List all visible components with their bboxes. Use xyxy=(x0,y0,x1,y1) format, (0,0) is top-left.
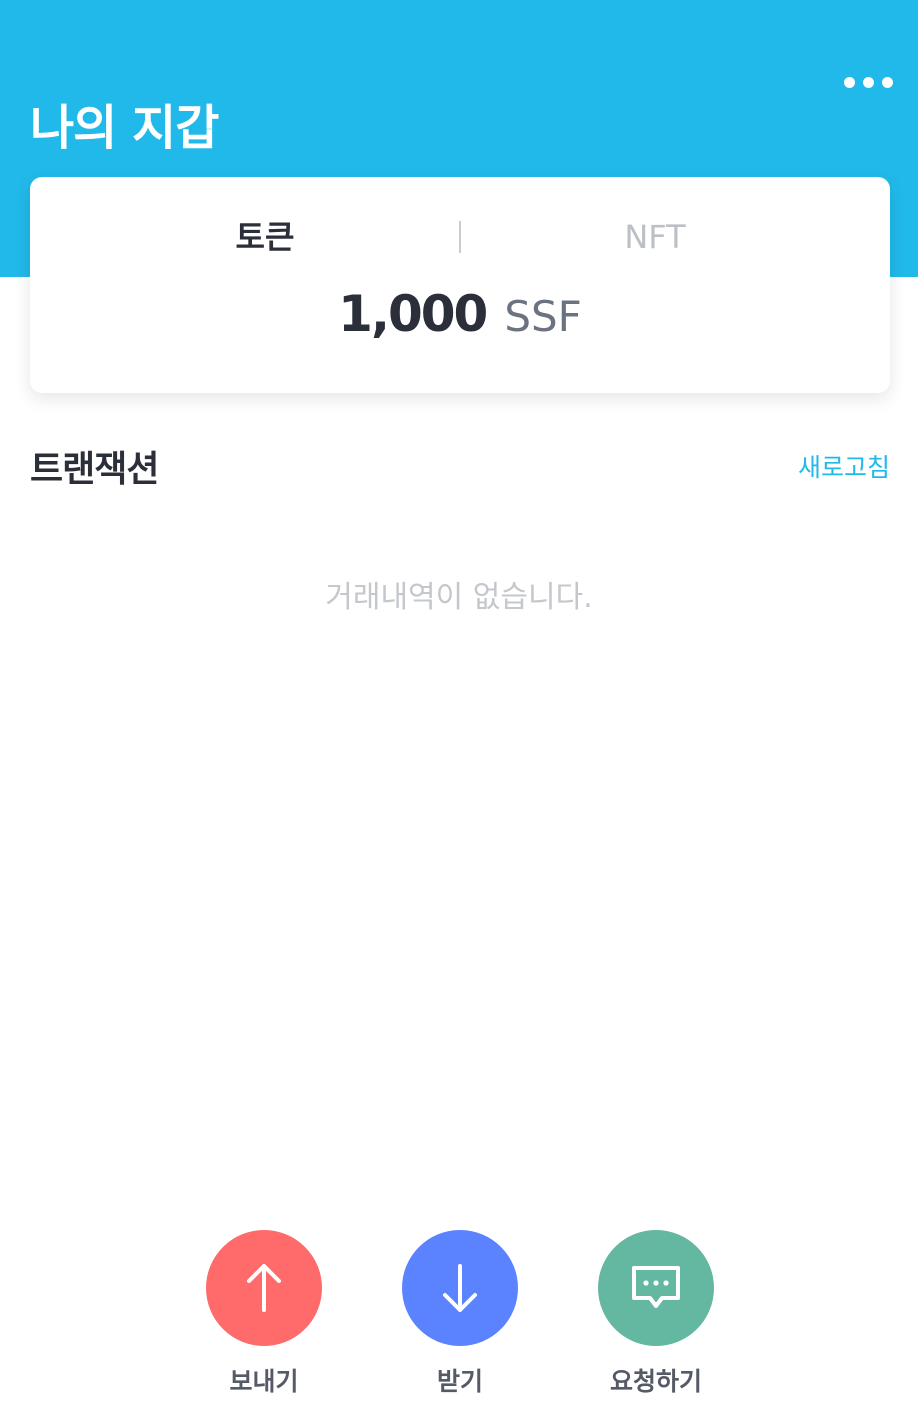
send-button[interactable]: 보내기 xyxy=(184,1230,344,1398)
send-circle[interactable] xyxy=(206,1230,322,1346)
arrow-down-icon xyxy=(443,1264,477,1312)
page-title: 나의 지갑 xyxy=(30,100,219,156)
more-options-button[interactable] xyxy=(836,64,900,100)
receive-button[interactable]: 받기 xyxy=(380,1230,540,1398)
balance-amount: 1,000 xyxy=(338,285,488,343)
balance-card: 토큰 NFT 1,000 SSF xyxy=(30,177,890,393)
request-button[interactable]: 요청하기 xyxy=(576,1230,736,1398)
send-label: 보내기 xyxy=(229,1367,299,1396)
chat-request-icon xyxy=(632,1266,680,1308)
balance-unit: SSF xyxy=(504,292,582,341)
tab-divider xyxy=(459,221,461,253)
empty-transactions-message: 거래내역이 없습니다. xyxy=(325,580,593,615)
balance-display: 1,000 SSF xyxy=(30,285,890,349)
tab-nft[interactable]: NFT xyxy=(510,217,800,257)
more-dot-icon xyxy=(862,76,874,88)
request-label: 요청하기 xyxy=(609,1367,702,1396)
more-dot-icon xyxy=(843,76,855,88)
receive-circle[interactable] xyxy=(402,1230,518,1346)
tab-token[interactable]: 토큰 xyxy=(120,217,410,257)
receive-label: 받기 xyxy=(436,1367,483,1396)
arrow-up-icon xyxy=(247,1264,281,1312)
request-circle[interactable] xyxy=(598,1230,714,1346)
more-dot-icon xyxy=(881,76,893,88)
refresh-button[interactable]: 새로고침 xyxy=(798,448,890,484)
transactions-title: 트랜잭션 xyxy=(30,449,159,490)
